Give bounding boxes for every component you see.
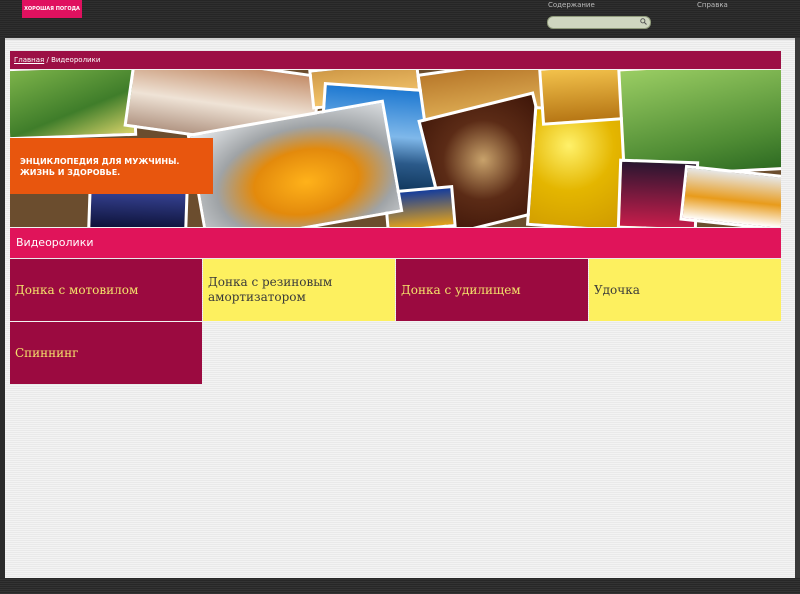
- nav-help-link[interactable]: Справка: [697, 1, 728, 9]
- search-icon[interactable]: [640, 18, 647, 25]
- banner-photo-orange-car-small: [679, 164, 781, 227]
- banner-photo-football: [10, 70, 138, 141]
- breadcrumb: Главная / Видеоролики: [10, 51, 781, 69]
- video-tile-label: Донка с резиновым амортизатором: [208, 275, 333, 304]
- banner-tagline-line1: ЭНЦИКЛОПЕДИЯ ДЛЯ МУЖЧИНЫ.: [20, 157, 180, 166]
- video-tile[interactable]: Донка с мотовилом: [10, 259, 202, 321]
- site-logo[interactable]: ХОРОШАЯ ПОГОДА: [22, 0, 82, 18]
- video-tile-label: Удочка: [594, 282, 640, 297]
- content-page: Главная / Видеоролики ЭНЦИКЛОПЕДИЯ ДЛЯ М…: [5, 38, 795, 580]
- breadcrumb-home-link[interactable]: Главная: [14, 56, 44, 64]
- breadcrumb-current: Видеоролики: [51, 56, 101, 64]
- video-tile[interactable]: Донка с резиновым амортизатором: [203, 259, 395, 321]
- bottom-bar: [0, 578, 800, 594]
- window-scrollbar[interactable]: [795, 38, 800, 578]
- nav-contents-link[interactable]: Содержание: [548, 1, 595, 9]
- video-tile-label: Донка с удилищем: [401, 282, 521, 297]
- section-title: Видеоролики: [10, 228, 781, 258]
- top-toolbar: ХОРОШАЯ ПОГОДА Содержание Справка: [0, 0, 800, 38]
- video-tile-label: Донка с мотовилом: [15, 282, 139, 297]
- search-input[interactable]: [547, 16, 651, 29]
- video-tile[interactable]: Спиннинг: [10, 322, 202, 384]
- banner-tagline: ЭНЦИКЛОПЕДИЯ ДЛЯ МУЖЧИНЫ. ЖИЗНЬ И ЗДОРОВ…: [10, 138, 213, 194]
- video-tile-label: Спиннинг: [15, 345, 79, 360]
- video-tile[interactable]: Удочка: [589, 259, 781, 321]
- hero-banner: ЭНЦИКЛОПЕДИЯ ДЛЯ МУЖЧИНЫ. ЖИЗНЬ И ЗДОРОВ…: [10, 70, 781, 227]
- video-tile[interactable]: Донка с удилищем: [396, 259, 588, 321]
- banner-tagline-line2: ЖИЗНЬ И ЗДОРОВЬЕ.: [20, 168, 121, 177]
